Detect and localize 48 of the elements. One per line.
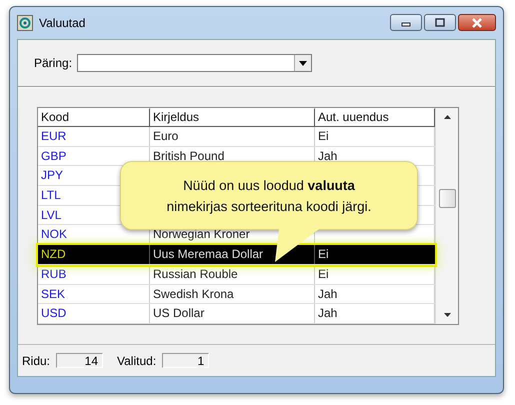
query-label: Päring:: [34, 56, 72, 70]
scrollbar[interactable]: [435, 108, 458, 324]
table-cell: Jah: [318, 286, 338, 300]
table-row[interactable]: USD US Dollar Jah: [38, 304, 435, 324]
table-cell: Ei: [318, 129, 329, 143]
table-cell-text: RUB: [40, 266, 68, 283]
table-cell: Jah: [318, 306, 338, 320]
table-cell-text: JPY: [40, 167, 64, 184]
table-cell: Norwegian Kroner: [153, 227, 250, 242]
window-title: Valuutad: [39, 16, 86, 30]
selected-label: Valitud:: [117, 354, 156, 368]
rows-count: 14: [56, 353, 104, 368]
scroll-thumb[interactable]: [438, 189, 456, 208]
table-cell-text: EUR: [40, 128, 68, 145]
selected-count: 1: [162, 353, 210, 368]
close-icon[interactable]: [470, 18, 484, 28]
table-cell: Russian Rouble: [153, 266, 238, 281]
table-cell: Swedish Krona: [153, 286, 234, 300]
table-cell-text: NOK: [40, 226, 68, 244]
scroll-down-icon[interactable]: [444, 312, 450, 317]
table-row[interactable]: SEK Swedish Krona Jah: [38, 284, 435, 304]
table-row[interactable]: NZD Uus Meremaa Dollar Ei: [38, 245, 435, 265]
rows-label: Ridu:: [22, 354, 50, 368]
table-cell: Jah: [318, 148, 338, 163]
maximize-icon[interactable]: [434, 18, 446, 28]
table-row[interactable]: RUB Russian Rouble Ei: [38, 264, 435, 284]
table-cell-text: GBP: [40, 148, 68, 165]
table-cell: Uus Meremaa Dollar: [153, 247, 264, 262]
column-header[interactable]: Kirjeldus: [150, 108, 315, 126]
table-cell-text: LTL: [40, 187, 62, 204]
table-cell: British Pound: [153, 148, 224, 163]
table-cell: Ei: [318, 247, 329, 262]
table-row[interactable]: EUR Euro Ei: [38, 127, 435, 147]
app-icon: [17, 15, 33, 31]
minimize-button[interactable]: [390, 14, 422, 31]
maximize-button[interactable]: [424, 14, 456, 31]
column-header[interactable]: Kood: [38, 108, 150, 126]
table-cell: Ei: [318, 266, 329, 281]
table-cell-text: SEK: [40, 286, 66, 302]
close-button[interactable]: [458, 14, 496, 31]
table-cell: US Dollar: [153, 306, 204, 320]
table-cell-text: LVL: [40, 206, 62, 224]
scroll-up-icon[interactable]: [444, 115, 450, 119]
table-cell-text: NZD: [40, 246, 67, 264]
table-cell: Euro: [153, 129, 178, 143]
callout-text: Nüüd on uus loodud valuuta nimekirjas sorteerituna koodi järgi.: [166, 176, 372, 216]
query-dropdown[interactable]: [77, 54, 312, 72]
table-cell-text: USD: [40, 305, 68, 322]
